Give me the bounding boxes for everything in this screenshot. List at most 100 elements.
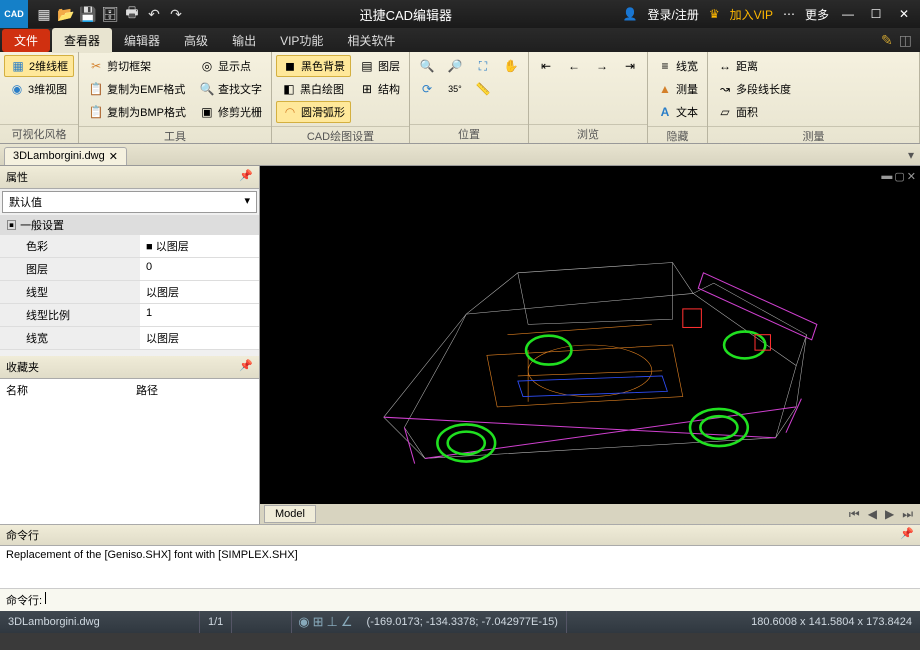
crown-icon: ♛ [706, 7, 723, 21]
btn-zoom-in[interactable]: 🔍 [414, 55, 440, 77]
mt-next-icon[interactable]: ▶ [882, 507, 897, 522]
btn-2d-wireframe[interactable]: ▦2维线框 [4, 55, 74, 77]
btn-black-bg[interactable]: ◼黑色背景 [276, 55, 351, 77]
prop-row[interactable]: 图层0 [0, 258, 259, 281]
mt-prev-icon[interactable]: ◀ [865, 507, 880, 522]
btn-copy-emf[interactable]: 📋复制为EMF格式 [83, 78, 191, 100]
tab-dropdown-icon[interactable]: ▾ [908, 148, 920, 162]
file-tab[interactable]: 3DLamborgini.dwg ✕ [4, 147, 127, 165]
tab-output[interactable]: 输出 [220, 29, 268, 52]
btn-lineweight[interactable]: ≡线宽 [652, 55, 703, 77]
help-icon[interactable]: ✎ [881, 32, 893, 49]
status-coords: (-169.0173; -134.3378; -7.042977E-15) [359, 611, 567, 633]
open-icon[interactable]: 📂 [56, 4, 76, 24]
sb-icon4[interactable]: ∠ [341, 614, 353, 630]
btn-pan[interactable]: ✋ [498, 55, 524, 77]
redo-icon[interactable]: ↷ [166, 4, 186, 24]
tab-advanced[interactable]: 高级 [172, 29, 220, 52]
print-icon[interactable]: 🖶 [122, 4, 142, 24]
vp-max-icon[interactable]: ▢ [894, 170, 904, 183]
undo-icon[interactable]: ↶ [144, 4, 164, 24]
vp-close-icon[interactable]: ✕ [907, 170, 916, 183]
crop-icon: ▣ [199, 104, 215, 120]
btn-structure[interactable]: ⊞结构 [354, 78, 405, 100]
btn-nav-left[interactable]: ⇤ [533, 55, 559, 77]
tab-vip[interactable]: VIP功能 [268, 29, 335, 52]
btn-3d-view[interactable]: ◉3维视图 [4, 78, 74, 100]
close-button[interactable]: ✕ [892, 2, 916, 26]
prop-row[interactable]: 线宽以图层 [0, 327, 259, 350]
structure-icon: ⊞ [359, 81, 375, 97]
btn-measure-h[interactable]: ▲测量 [652, 78, 703, 100]
prop-row[interactable]: 线型以图层 [0, 281, 259, 304]
more-link[interactable]: 更多 [802, 6, 832, 23]
sb-icon3[interactable]: ⊥ [327, 614, 338, 630]
btn-layers[interactable]: ▤图层 [354, 55, 405, 77]
new-icon[interactable]: ▦ [34, 4, 54, 24]
layers-icon: ▤ [359, 58, 375, 74]
emf-icon: 📋 [88, 81, 104, 97]
btn-35[interactable]: 35° [442, 78, 468, 100]
btn-measure-pos[interactable]: 📏 [470, 78, 496, 100]
btn-area[interactable]: ▱面积 [712, 101, 796, 123]
pin-icon[interactable]: 📌 [900, 527, 914, 543]
btn-trim-raster[interactable]: ▣修剪光栅 [194, 101, 267, 123]
quick-access-toolbar: ▦ 📂 💾 🗄 🖶 ↶ ↷ [28, 4, 192, 24]
angle-icon: 35° [447, 81, 463, 97]
mt-first-icon[interactable]: ⏮ [846, 507, 863, 522]
btn-find-text[interactable]: 🔍查找文字 [194, 78, 267, 100]
more-icon[interactable]: ⋯ [780, 7, 798, 21]
btn-zoom-out[interactable]: 🔎 [442, 55, 468, 77]
btn-bw-draw[interactable]: ◧黑白绘图 [276, 78, 351, 100]
btn-show-point[interactable]: ◎显示点 [194, 55, 267, 77]
dist-icon: ↔ [717, 58, 733, 74]
status-page: 1/1 [200, 611, 232, 633]
pin-icon[interactable]: 📌 [239, 169, 253, 185]
prop-row[interactable]: 色彩■ 以图层 [0, 235, 259, 258]
settings-icon[interactable]: ◫ [899, 32, 912, 49]
btn-nav-right[interactable]: ⇥ [617, 55, 643, 77]
tab-editor[interactable]: 编辑器 [112, 29, 172, 52]
user-icon[interactable]: 👤 [620, 7, 641, 21]
next-icon: → [594, 58, 610, 74]
viewport[interactable]: ▬ ▢ ✕ [260, 166, 920, 524]
vip-link[interactable]: 加入VIP [727, 6, 776, 23]
login-link[interactable]: 登录/注册 [645, 6, 702, 23]
sb-icon1[interactable]: ◉ [298, 614, 309, 630]
tab-software[interactable]: 相关软件 [335, 29, 407, 52]
btn-distance[interactable]: ↔距离 [712, 55, 796, 77]
prop-row[interactable]: 线型比例1 [0, 304, 259, 327]
btn-smooth-arc[interactable]: ◠圆滑弧形 [276, 101, 351, 123]
cmd-input[interactable]: 命令行: [0, 588, 920, 611]
tab-file[interactable]: 文件 [2, 29, 50, 52]
tab-model[interactable]: Model [264, 505, 316, 523]
sb-icon2[interactable]: ⊞ [313, 614, 324, 630]
arc-icon: ◠ [282, 104, 298, 120]
bw-icon: ◧ [281, 81, 297, 97]
vp-min-icon[interactable]: ▬ [881, 170, 892, 183]
mt-last-icon[interactable]: ⏭ [899, 507, 916, 522]
btn-nav-prev[interactable]: ← [561, 55, 587, 77]
saveall-icon[interactable]: 🗄 [100, 4, 120, 24]
btn-nav-next[interactable]: → [589, 55, 615, 77]
status-dims: 180.6008 x 141.5804 x 173.8424 [743, 611, 920, 633]
section-general[interactable]: ▣ 一般设置 [0, 215, 259, 235]
scissors-icon: ✂ [88, 58, 104, 74]
btn-zoom-fit[interactable]: ⛶ [470, 55, 496, 77]
btn-text[interactable]: A文本 [652, 101, 703, 123]
pin-icon[interactable]: 📌 [239, 359, 253, 375]
minimize-button[interactable]: — [836, 2, 860, 26]
app-logo: CAD [0, 0, 28, 28]
btn-rotate[interactable]: ⟳ [414, 78, 440, 100]
save-icon[interactable]: 💾 [78, 4, 98, 24]
default-combo[interactable]: 默认值▾ [2, 191, 257, 213]
properties-panel: 属性📌 默认值▾ ▣ 一般设置 色彩■ 以图层图层0线型以图层线型比例1线宽以图… [0, 166, 260, 524]
ribbon: ▦2维线框 ◉3维视图 可视化风格 ✂剪切框架 📋复制为EMF格式 📋复制为BM… [0, 52, 920, 144]
tab-viewer[interactable]: 查看器 [52, 28, 112, 53]
btn-clip[interactable]: ✂剪切框架 [83, 55, 191, 77]
btn-polyline-length[interactable]: ↝多段线长度 [712, 78, 796, 100]
maximize-button[interactable]: ☐ [864, 2, 888, 26]
cylinder-icon: ◉ [9, 81, 25, 97]
close-tab-icon[interactable]: ✕ [109, 150, 118, 163]
btn-copy-bmp[interactable]: 📋复制为BMP格式 [83, 101, 191, 123]
